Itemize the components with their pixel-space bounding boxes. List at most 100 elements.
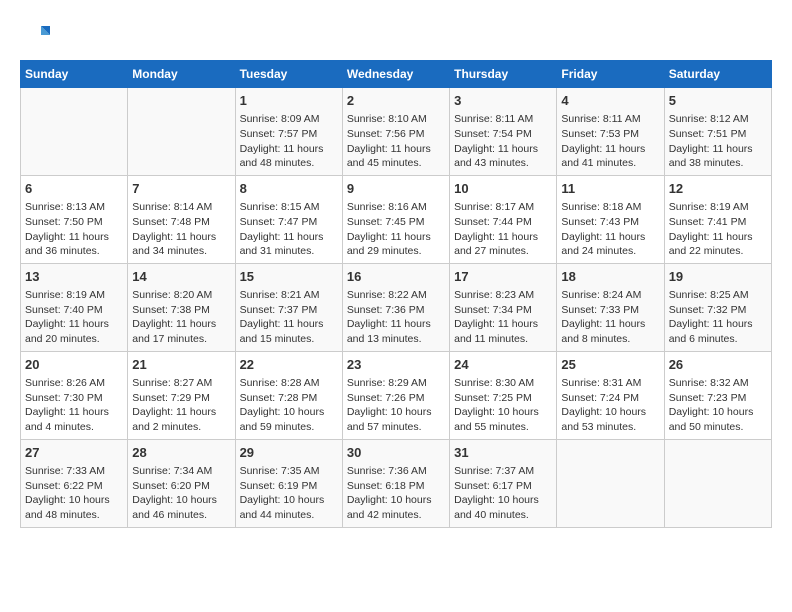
calendar-row: 13 Sunrise: 8:19 AMSunset: 7:40 PMDayligh… bbox=[21, 263, 772, 351]
cell-info: Sunrise: 8:10 AMSunset: 7:56 PMDaylight:… bbox=[347, 112, 445, 171]
calendar-cell: 24 Sunrise: 8:30 AMSunset: 7:25 PMDayligh… bbox=[450, 351, 557, 439]
day-number: 25 bbox=[561, 356, 659, 374]
logo-icon bbox=[20, 20, 50, 50]
calendar-cell: 27 Sunrise: 7:33 AMSunset: 6:22 PMDayligh… bbox=[21, 439, 128, 527]
cell-info: Sunrise: 7:36 AMSunset: 6:18 PMDaylight:… bbox=[347, 464, 445, 523]
day-number: 12 bbox=[669, 180, 767, 198]
page-header bbox=[20, 20, 772, 50]
calendar-cell bbox=[128, 88, 235, 176]
day-number: 1 bbox=[240, 92, 338, 110]
cell-info: Sunrise: 8:28 AMSunset: 7:28 PMDaylight:… bbox=[240, 376, 338, 435]
day-number: 7 bbox=[132, 180, 230, 198]
day-number: 2 bbox=[347, 92, 445, 110]
cell-info: Sunrise: 8:13 AMSunset: 7:50 PMDaylight:… bbox=[25, 200, 123, 259]
column-header-monday: Monday bbox=[128, 61, 235, 88]
calendar-row: 20 Sunrise: 8:26 AMSunset: 7:30 PMDayligh… bbox=[21, 351, 772, 439]
cell-info: Sunrise: 8:16 AMSunset: 7:45 PMDaylight:… bbox=[347, 200, 445, 259]
calendar-cell: 13 Sunrise: 8:19 AMSunset: 7:40 PMDayligh… bbox=[21, 263, 128, 351]
cell-info: Sunrise: 8:24 AMSunset: 7:33 PMDaylight:… bbox=[561, 288, 659, 347]
day-number: 18 bbox=[561, 268, 659, 286]
calendar-cell: 11 Sunrise: 8:18 AMSunset: 7:43 PMDayligh… bbox=[557, 175, 664, 263]
calendar-cell: 7 Sunrise: 8:14 AMSunset: 7:48 PMDaylight… bbox=[128, 175, 235, 263]
calendar-cell bbox=[21, 88, 128, 176]
day-number: 22 bbox=[240, 356, 338, 374]
column-header-saturday: Saturday bbox=[664, 61, 771, 88]
calendar-cell: 22 Sunrise: 8:28 AMSunset: 7:28 PMDayligh… bbox=[235, 351, 342, 439]
cell-info: Sunrise: 8:11 AMSunset: 7:53 PMDaylight:… bbox=[561, 112, 659, 171]
calendar-header-row: SundayMondayTuesdayWednesdayThursdayFrid… bbox=[21, 61, 772, 88]
cell-info: Sunrise: 8:26 AMSunset: 7:30 PMDaylight:… bbox=[25, 376, 123, 435]
calendar-cell: 17 Sunrise: 8:23 AMSunset: 7:34 PMDayligh… bbox=[450, 263, 557, 351]
column-header-friday: Friday bbox=[557, 61, 664, 88]
calendar-cell: 19Sunrise: 8:25 AMSunset: 7:32 PMDayligh… bbox=[664, 263, 771, 351]
calendar-cell: 15Sunrise: 8:21 AMSunset: 7:37 PMDayligh… bbox=[235, 263, 342, 351]
cell-info: Sunrise: 8:20 AMSunset: 7:38 PMDaylight:… bbox=[132, 288, 230, 347]
cell-info: Sunrise: 8:31 AMSunset: 7:24 PMDaylight:… bbox=[561, 376, 659, 435]
calendar-cell: 30 Sunrise: 7:36 AMSunset: 6:18 PMDayligh… bbox=[342, 439, 449, 527]
day-number: 13 bbox=[25, 268, 123, 286]
day-number: 11 bbox=[561, 180, 659, 198]
calendar-cell: 2 Sunrise: 8:10 AMSunset: 7:56 PMDaylight… bbox=[342, 88, 449, 176]
calendar-row: 6 Sunrise: 8:13 AMSunset: 7:50 PMDaylight… bbox=[21, 175, 772, 263]
day-number: 20 bbox=[25, 356, 123, 374]
calendar-row: 27 Sunrise: 7:33 AMSunset: 6:22 PMDayligh… bbox=[21, 439, 772, 527]
calendar-cell: 26 Sunrise: 8:32 AMSunset: 7:23 PMDayligh… bbox=[664, 351, 771, 439]
day-number: 9 bbox=[347, 180, 445, 198]
calendar-cell: 9 Sunrise: 8:16 AMSunset: 7:45 PMDaylight… bbox=[342, 175, 449, 263]
cell-info: Sunrise: 8:18 AMSunset: 7:43 PMDaylight:… bbox=[561, 200, 659, 259]
day-number: 27 bbox=[25, 444, 123, 462]
calendar-cell: 16Sunrise: 8:22 AMSunset: 7:36 PMDayligh… bbox=[342, 263, 449, 351]
calendar-cell: 1Sunrise: 8:09 AMSunset: 7:57 PMDaylight… bbox=[235, 88, 342, 176]
calendar-cell: 21Sunrise: 8:27 AMSunset: 7:29 PMDayligh… bbox=[128, 351, 235, 439]
column-header-sunday: Sunday bbox=[21, 61, 128, 88]
cell-info: Sunrise: 7:33 AMSunset: 6:22 PMDaylight:… bbox=[25, 464, 123, 523]
calendar-cell: 12 Sunrise: 8:19 AMSunset: 7:41 PMDayligh… bbox=[664, 175, 771, 263]
calendar-cell: 6 Sunrise: 8:13 AMSunset: 7:50 PMDaylight… bbox=[21, 175, 128, 263]
day-number: 14 bbox=[132, 268, 230, 286]
day-number: 15 bbox=[240, 268, 338, 286]
day-number: 26 bbox=[669, 356, 767, 374]
column-header-wednesday: Wednesday bbox=[342, 61, 449, 88]
cell-info: Sunrise: 8:14 AMSunset: 7:48 PMDaylight:… bbox=[132, 200, 230, 259]
cell-info: Sunrise: 8:19 AMSunset: 7:40 PMDaylight:… bbox=[25, 288, 123, 347]
calendar-cell: 8 Sunrise: 8:15 AMSunset: 7:47 PMDaylight… bbox=[235, 175, 342, 263]
calendar-cell: 31Sunrise: 7:37 AMSunset: 6:17 PMDayligh… bbox=[450, 439, 557, 527]
cell-info: Sunrise: 8:19 AMSunset: 7:41 PMDaylight:… bbox=[669, 200, 767, 259]
cell-info: Sunrise: 8:12 AMSunset: 7:51 PMDaylight:… bbox=[669, 112, 767, 171]
day-number: 30 bbox=[347, 444, 445, 462]
day-number: 23 bbox=[347, 356, 445, 374]
calendar-cell: 5 Sunrise: 8:12 AMSunset: 7:51 PMDaylight… bbox=[664, 88, 771, 176]
calendar-row: 1Sunrise: 8:09 AMSunset: 7:57 PMDaylight… bbox=[21, 88, 772, 176]
calendar-table: SundayMondayTuesdayWednesdayThursdayFrid… bbox=[20, 60, 772, 528]
day-number: 10 bbox=[454, 180, 552, 198]
day-number: 31 bbox=[454, 444, 552, 462]
calendar-cell: 23 Sunrise: 8:29 AMSunset: 7:26 PMDayligh… bbox=[342, 351, 449, 439]
calendar-cell: 10Sunrise: 8:17 AMSunset: 7:44 PMDayligh… bbox=[450, 175, 557, 263]
day-number: 3 bbox=[454, 92, 552, 110]
cell-info: Sunrise: 8:15 AMSunset: 7:47 PMDaylight:… bbox=[240, 200, 338, 259]
cell-info: Sunrise: 8:11 AMSunset: 7:54 PMDaylight:… bbox=[454, 112, 552, 171]
calendar-cell: 18 Sunrise: 8:24 AMSunset: 7:33 PMDayligh… bbox=[557, 263, 664, 351]
day-number: 8 bbox=[240, 180, 338, 198]
cell-info: Sunrise: 8:29 AMSunset: 7:26 PMDaylight:… bbox=[347, 376, 445, 435]
day-number: 6 bbox=[25, 180, 123, 198]
cell-info: Sunrise: 7:35 AMSunset: 6:19 PMDaylight:… bbox=[240, 464, 338, 523]
day-number: 24 bbox=[454, 356, 552, 374]
calendar-cell: 25 Sunrise: 8:31 AMSunset: 7:24 PMDayligh… bbox=[557, 351, 664, 439]
calendar-cell: 20 Sunrise: 8:26 AMSunset: 7:30 PMDayligh… bbox=[21, 351, 128, 439]
day-number: 17 bbox=[454, 268, 552, 286]
calendar-cell: 4 Sunrise: 8:11 AMSunset: 7:53 PMDaylight… bbox=[557, 88, 664, 176]
cell-info: Sunrise: 7:34 AMSunset: 6:20 PMDaylight:… bbox=[132, 464, 230, 523]
column-header-tuesday: Tuesday bbox=[235, 61, 342, 88]
day-number: 4 bbox=[561, 92, 659, 110]
day-number: 28 bbox=[132, 444, 230, 462]
calendar-cell: 3 Sunrise: 8:11 AMSunset: 7:54 PMDaylight… bbox=[450, 88, 557, 176]
column-header-thursday: Thursday bbox=[450, 61, 557, 88]
cell-info: Sunrise: 8:32 AMSunset: 7:23 PMDaylight:… bbox=[669, 376, 767, 435]
cell-info: Sunrise: 8:23 AMSunset: 7:34 PMDaylight:… bbox=[454, 288, 552, 347]
day-number: 5 bbox=[669, 92, 767, 110]
calendar-cell: 28 Sunrise: 7:34 AMSunset: 6:20 PMDayligh… bbox=[128, 439, 235, 527]
day-number: 16 bbox=[347, 268, 445, 286]
calendar-cell bbox=[664, 439, 771, 527]
cell-info: Sunrise: 8:30 AMSunset: 7:25 PMDaylight:… bbox=[454, 376, 552, 435]
